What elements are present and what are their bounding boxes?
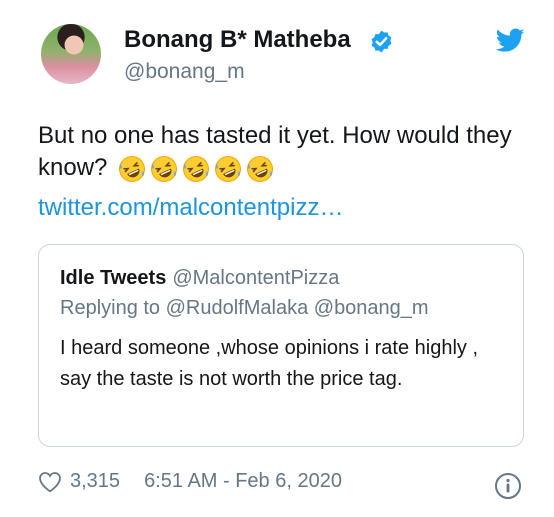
heart-icon[interactable] [38,471,62,493]
quoted-author: Idle Tweets @MalcontentPizza [60,267,339,290]
quoted-author-name: Idle Tweets [60,267,167,289]
like-count[interactable]: 3,315 [70,470,120,493]
quoted-tweet-text: I heard someone ,whose opinions i rate h… [60,337,479,390]
tweet-link[interactable]: twitter.com/malcontentpizz… [38,194,343,222]
quoted-author-handle: @MalcontentPizza [172,267,340,289]
author-handle[interactable]: @bonang_m [124,60,245,84]
tweet-footer: 3,315 6:51 AM - Feb 6, 2020 [38,470,342,493]
tweet-text: But no one has tasted it yet. How would … [38,120,518,185]
avatar[interactable] [41,24,101,84]
laughing-emoji-icon [151,156,178,183]
timestamp[interactable]: 6:51 AM - Feb 6, 2020 [144,470,342,493]
quoted-tweet[interactable]: Idle Tweets @MalcontentPizza Replying to … [38,244,524,447]
info-icon[interactable] [494,472,522,500]
verified-badge-icon [371,30,392,53]
twitter-bird-icon[interactable] [496,28,525,53]
laughing-emoji-icon [215,156,242,183]
laughing-emoji-icon [247,156,274,183]
author-name[interactable]: Bonang B* Matheba [124,26,351,54]
laughing-emoji-icon [119,156,146,183]
quoted-reply-line: Replying to @RudolfMalaka @bonang_m [60,297,429,319]
laughing-emoji-icon [183,156,210,183]
emoji-row [118,153,278,185]
